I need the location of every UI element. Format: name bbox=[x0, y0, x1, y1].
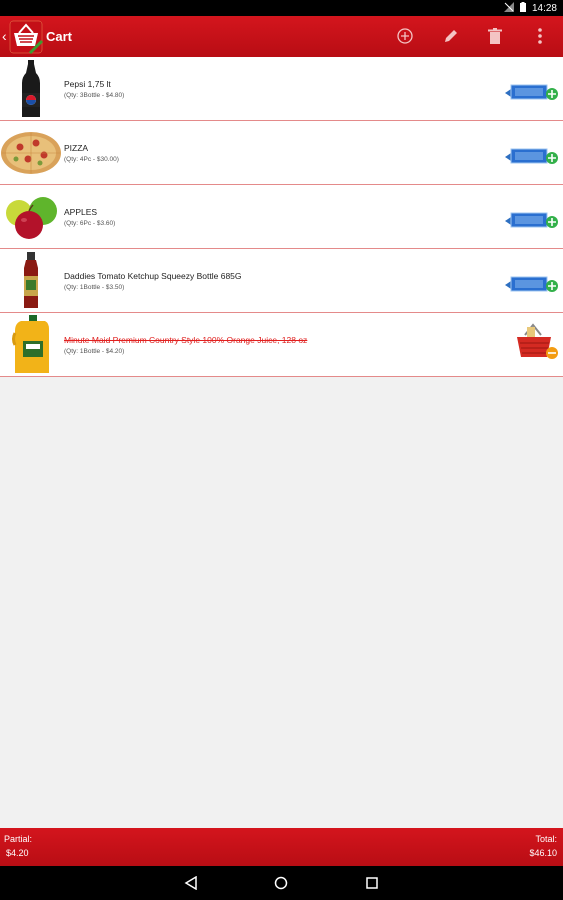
partial-value: $4.20 bbox=[6, 848, 29, 858]
item-qty: (Qty: 4Pc - $30.00) bbox=[64, 156, 119, 163]
item-qty: (Qty: 1Bottle - $4.20) bbox=[64, 348, 125, 355]
trash-icon[interactable] bbox=[485, 26, 505, 46]
recents-square-icon[interactable] bbox=[364, 875, 380, 891]
signal-off-icon bbox=[503, 1, 514, 15]
item-name: Daddies Tomato Ketchup Squeezy Bottle 68… bbox=[64, 271, 242, 281]
cart-item-row[interactable]: Pepsi 1,75 lt (Qty: 3Bottle - $4.80) bbox=[0, 57, 563, 121]
remove-from-basket-icon[interactable] bbox=[503, 323, 561, 359]
pizza-icon bbox=[0, 123, 62, 183]
add-circle-icon[interactable] bbox=[395, 26, 415, 46]
add-to-cart-icon[interactable] bbox=[503, 203, 561, 231]
cart-item-list: Pepsi 1,75 lt (Qty: 3Bottle - $4.80) PIZ… bbox=[0, 57, 563, 377]
cart-item-row[interactable]: Daddies Tomato Ketchup Squeezy Bottle 68… bbox=[0, 249, 563, 313]
partial-label: Partial: bbox=[4, 834, 33, 844]
add-to-cart-icon[interactable] bbox=[503, 267, 561, 295]
ketchup-bottle-icon bbox=[0, 251, 62, 311]
system-nav-bar bbox=[0, 866, 563, 900]
cart-item-row[interactable]: PIZZA (Qty: 4Pc - $30.00) bbox=[0, 121, 563, 185]
item-name: PIZZA bbox=[64, 143, 89, 153]
total-value: $46.10 bbox=[529, 848, 557, 858]
add-to-cart-icon[interactable] bbox=[503, 139, 561, 167]
app-bar: ‹ Cart bbox=[0, 16, 563, 57]
item-qty: (Qty: 3Bottle - $4.80) bbox=[64, 92, 125, 99]
up-chevron-icon[interactable]: ‹ bbox=[2, 28, 7, 44]
page-title: Cart bbox=[46, 29, 73, 44]
cart-item-row[interactable]: APPLES (Qty: 6Pc - $3.60) bbox=[0, 185, 563, 249]
more-vertical-icon[interactable] bbox=[530, 26, 550, 46]
pencil-icon[interactable] bbox=[441, 26, 461, 46]
apples-icon bbox=[0, 187, 62, 247]
status-icons: 14:28 bbox=[503, 1, 557, 15]
item-name: APPLES bbox=[64, 207, 98, 217]
item-qty: (Qty: 6Pc - $3.60) bbox=[64, 220, 116, 227]
total-label: Total: bbox=[535, 834, 557, 844]
add-to-cart-icon[interactable] bbox=[503, 75, 561, 103]
totals-bar: Partial: $4.20 Total: $46.10 bbox=[0, 828, 563, 866]
orange-juice-jug-icon bbox=[0, 315, 62, 375]
pepsi-bottle-icon bbox=[0, 59, 62, 119]
status-time: 14:28 bbox=[531, 2, 557, 14]
home-circle-icon[interactable] bbox=[273, 875, 289, 891]
back-triangle-icon[interactable] bbox=[183, 875, 199, 891]
item-name: Minute Maid Premium Country Style 100% O… bbox=[64, 335, 308, 345]
basket-logo-icon[interactable] bbox=[8, 19, 44, 55]
battery-icon bbox=[519, 1, 526, 15]
status-bar: 14:28 bbox=[0, 0, 563, 16]
item-name: Pepsi 1,75 lt bbox=[64, 79, 111, 89]
cart-item-row[interactable]: Minute Maid Premium Country Style 100% O… bbox=[0, 313, 563, 377]
item-qty: (Qty: 1Bottle - $3.50) bbox=[64, 284, 125, 291]
